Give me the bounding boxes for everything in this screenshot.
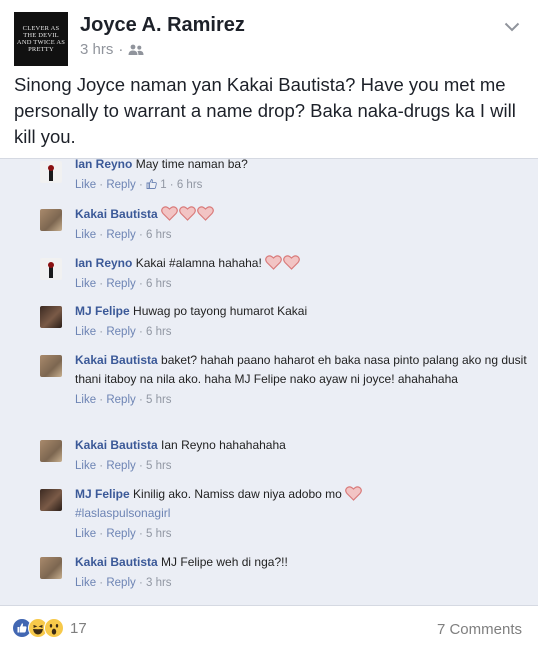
comment-time[interactable]: 5 hrs xyxy=(146,528,172,540)
reply-link[interactable]: Reply xyxy=(106,528,135,540)
comment-actions: Like · Reply · 6 hrs xyxy=(75,326,172,338)
like-link[interactable]: Like xyxy=(75,394,96,406)
heart-icon xyxy=(345,486,363,501)
comment-actions: Like · Reply · 5 hrs xyxy=(75,528,172,540)
reply-link[interactable]: Reply xyxy=(106,460,135,472)
heart-icon xyxy=(197,206,214,221)
comment-actions: Like · Reply · 6 hrs xyxy=(75,278,172,290)
commenter-name[interactable]: MJ Felipe xyxy=(75,487,130,501)
commenter-avatar[interactable] xyxy=(40,161,62,183)
comment-text: Huwag po tayong humarot Kakai xyxy=(133,304,308,318)
reaction-count: 17 xyxy=(70,619,87,637)
thumbs-up-icon xyxy=(146,179,157,189)
comment-text: MJ Felipe weh di nga?!! xyxy=(161,555,288,569)
reply-link[interactable]: Reply xyxy=(106,278,135,290)
heart-icon xyxy=(179,206,196,221)
comment-text: Kakai #alamna hahaha! xyxy=(135,256,262,270)
reply-link[interactable]: Reply xyxy=(106,394,135,406)
heart-icon xyxy=(265,255,283,270)
comment-thread-image: Ian Reyno May time naman ba? Like · Repl… xyxy=(0,158,538,606)
post-text: Sinong Joyce naman yan Kakai Bautista? H… xyxy=(14,74,516,147)
like-link[interactable]: Like xyxy=(75,326,96,338)
reply-link[interactable]: Reply xyxy=(106,326,135,338)
reply-link[interactable]: Reply xyxy=(106,229,135,241)
author-name[interactable]: Joyce A. Ramirez xyxy=(80,14,245,37)
like-link[interactable]: Like xyxy=(75,577,96,589)
comment-text: Kinilig ako. Namiss daw niya adobo mo xyxy=(133,487,342,501)
comment-time[interactable]: 6 hrs xyxy=(146,278,172,290)
wow-icon xyxy=(44,618,64,638)
meta-separator: · xyxy=(118,41,124,58)
like-link[interactable]: Like xyxy=(75,460,96,472)
comment-time[interactable]: 3 hrs xyxy=(146,577,172,589)
comment-actions: Like · Reply · 1 · 6 hrs xyxy=(75,179,203,191)
commenter-avatar[interactable] xyxy=(40,209,62,231)
commenter-name[interactable]: Kakai Bautista xyxy=(75,207,158,221)
comment-actions: Like · Reply · 6 hrs xyxy=(75,229,172,241)
comments-count[interactable]: 7 Comments xyxy=(437,621,522,638)
comment-time[interactable]: 6 hrs xyxy=(177,179,203,191)
comment-actions: Like · Reply · 5 hrs xyxy=(75,394,172,406)
comment-body: MJ Felipe Huwag po tayong humarot Kakai … xyxy=(75,302,530,342)
chevron-down-icon[interactable] xyxy=(504,22,520,32)
like-link[interactable]: Like xyxy=(75,278,96,290)
commenter-name[interactable]: MJ Felipe xyxy=(75,304,130,318)
heart-icon xyxy=(161,206,178,221)
commenter-name[interactable]: Kakai Bautista xyxy=(75,438,158,452)
commenter-avatar[interactable] xyxy=(40,489,62,511)
post-meta: 3 hrs · xyxy=(80,41,144,58)
comment-body: Ian Reyno May time naman ba? Like · Repl… xyxy=(75,158,530,195)
like-link[interactable]: Like xyxy=(75,229,96,241)
comment-text: May time naman ba? xyxy=(135,158,248,171)
commenter-name[interactable]: Kakai Bautista xyxy=(75,555,158,569)
comment-actions: Like · Reply · 3 hrs xyxy=(75,577,172,589)
comment-actions: Like · Reply · 5 hrs xyxy=(75,460,172,472)
comment-time[interactable]: 6 hrs xyxy=(146,326,172,338)
comment-body: Kakai Bautista baket? hahah paano haharo… xyxy=(75,351,530,410)
reply-link[interactable]: Reply xyxy=(106,179,135,191)
comment-body: Kakai Bautista Ian Reyno hahahahaha Like… xyxy=(75,436,530,476)
friends-icon[interactable] xyxy=(128,44,144,56)
comment-body: MJ Felipe Kinilig ako. Namiss daw niya a… xyxy=(75,485,530,544)
comment-time[interactable]: 6 hrs xyxy=(146,229,172,241)
post-time[interactable]: 3 hrs xyxy=(80,41,113,58)
commenter-name[interactable]: Ian Reyno xyxy=(75,256,132,270)
commenter-avatar[interactable] xyxy=(40,440,62,462)
reply-link[interactable]: Reply xyxy=(106,577,135,589)
comment-hashtag[interactable]: #laslaspulsonagirl xyxy=(75,504,530,523)
comment-text: Ian Reyno hahahahaha xyxy=(161,438,286,452)
like-count: 1 xyxy=(160,179,167,191)
heart-emoji xyxy=(345,486,363,501)
reactions-summary[interactable]: 17 xyxy=(12,618,87,638)
commenter-avatar[interactable] xyxy=(40,355,62,377)
comment-body: Kakai Bautista MJ Felipe weh di nga?!! L… xyxy=(75,553,530,593)
commenter-name[interactable]: Kakai Bautista xyxy=(75,353,158,367)
post-header: CLEVER AS THE DEVIL AND TWICE AS PRETTY … xyxy=(0,0,538,70)
like-link[interactable]: Like xyxy=(75,528,96,540)
comment-body: Kakai Bautista Like · Reply · 6 hrs xyxy=(75,205,530,245)
commenter-avatar[interactable] xyxy=(40,557,62,579)
commenter-avatar[interactable] xyxy=(40,258,62,280)
commenter-name[interactable]: Ian Reyno xyxy=(75,159,132,171)
comment-time[interactable]: 5 hrs xyxy=(146,460,172,472)
commenter-avatar[interactable] xyxy=(40,306,62,328)
author-avatar[interactable]: CLEVER AS THE DEVIL AND TWICE AS PRETTY xyxy=(14,12,68,66)
avatar-caption: CLEVER AS THE DEVIL AND TWICE AS PRETTY xyxy=(16,25,66,53)
post-footer: 17 7 Comments xyxy=(0,606,538,648)
heart-icon xyxy=(283,255,301,270)
hearts-emoji xyxy=(265,255,301,270)
comment-time[interactable]: 5 hrs xyxy=(146,394,172,406)
comment-body: Ian Reyno Kakai #alamna hahaha! Like · R… xyxy=(75,254,530,294)
like-link[interactable]: Like xyxy=(75,179,96,191)
hearts-emoji xyxy=(161,206,214,221)
